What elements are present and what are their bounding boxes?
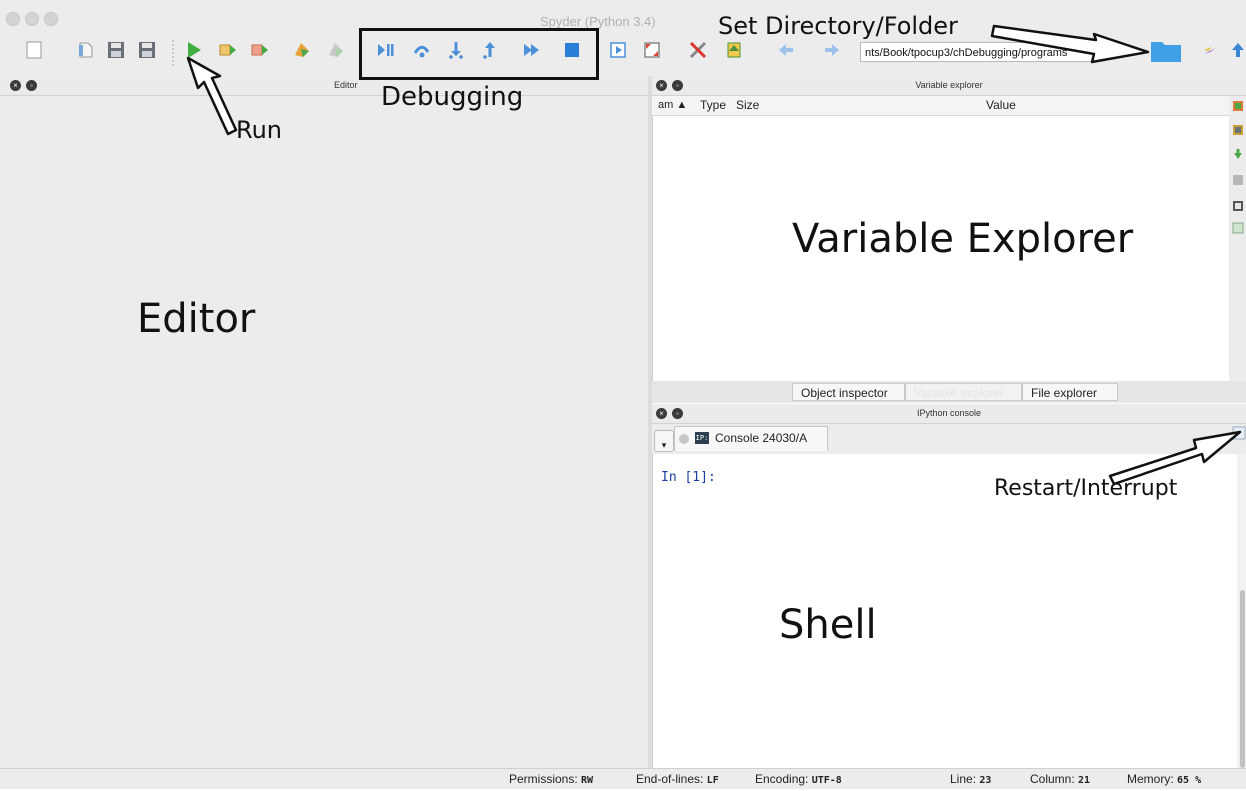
tab-file-explorer[interactable]: File explorer [1022, 383, 1118, 401]
line-label: Line: [950, 772, 977, 786]
save-data-icon[interactable] [1232, 124, 1244, 136]
status-bar: Permissions: RW End-of-lines: LF Encodin… [0, 768, 1246, 789]
annotation-restart-interrupt: Restart/Interrupt [994, 476, 1178, 501]
debugging-highlight-box [359, 28, 599, 80]
plugin-tab-bar: Object inspector Variable explorer File … [652, 381, 1246, 403]
editor-area[interactable] [0, 96, 648, 768]
maximize-pane-icon[interactable] [608, 40, 628, 60]
memory-value: 65 % [1177, 775, 1202, 786]
variable-explorer-toolbar [1229, 96, 1246, 381]
eol-value: LF [706, 775, 719, 786]
open-file-icon[interactable] [76, 40, 96, 60]
parent-directory-icon[interactable] [1200, 40, 1220, 60]
annotation-set-directory: Set Directory/Folder [718, 12, 958, 40]
column-name-header[interactable]: am ▲ [658, 96, 687, 115]
annotation-editor: Editor [137, 296, 256, 342]
run-icon[interactable] [184, 40, 204, 60]
close-pane-icon[interactable]: × [656, 80, 667, 91]
save-as-icon[interactable] [1232, 174, 1244, 186]
column-type-header[interactable]: Type [700, 96, 726, 115]
undock-pane-icon[interactable]: ◦ [26, 80, 37, 91]
editor-pane-title: Editor [334, 80, 358, 90]
column-size-header[interactable]: Size [736, 96, 759, 115]
close-pane-icon[interactable]: × [656, 408, 667, 419]
save-icon[interactable] [106, 40, 126, 60]
encoding-label: Encoding: [755, 772, 809, 786]
permissions-value: RW [581, 775, 594, 786]
new-file-icon[interactable] [24, 40, 44, 60]
options-icon[interactable] [1232, 222, 1244, 234]
annotation-variable-explorer: Variable Explorer [792, 216, 1134, 262]
line-value: 23 [979, 775, 992, 786]
tab-object-inspector[interactable]: Object inspector [792, 383, 905, 401]
forward-arrow-icon[interactable] [822, 40, 842, 60]
import-data-icon[interactable] [1232, 100, 1244, 112]
memory-label: Memory: [1127, 772, 1174, 786]
re-run-icon[interactable] [326, 40, 346, 60]
ipython-console-header: × ◦ IPython console [652, 404, 1246, 424]
remove-all-icon[interactable] [1232, 200, 1244, 212]
variable-table-header: am ▲ Type Size Value [652, 96, 1229, 116]
browse-folder-icon[interactable] [1150, 37, 1182, 63]
close-pane-icon[interactable]: × [10, 80, 21, 91]
window-title: Spyder (Python 3.4) [540, 14, 656, 29]
console-menu-icon[interactable]: ▾ [654, 430, 674, 452]
encoding-value: UTF-8 [811, 775, 842, 786]
back-arrow-icon[interactable] [776, 40, 796, 60]
variable-explorer-title: Variable explorer [915, 80, 983, 90]
tab-variable-explorer[interactable]: Variable explorer [905, 383, 1022, 401]
pythonpath-manager-icon[interactable] [724, 40, 744, 60]
annotation-shell: Shell [779, 602, 877, 648]
options-menu-icon[interactable] [1232, 426, 1246, 440]
annotation-run: Run [236, 116, 283, 144]
save-all-icon[interactable] [137, 40, 157, 60]
zoom-window-button[interactable] [44, 12, 58, 26]
permissions-label: Permissions: [509, 772, 578, 786]
eol-label: End-of-lines: [636, 772, 704, 786]
console-tab[interactable]: IP: Console 24030/A [674, 426, 828, 451]
up-arrow-icon[interactable] [1228, 40, 1246, 60]
working-directory-field[interactable]: nts/Book/tpocup3/chDebugging/programs [860, 42, 1098, 62]
fullscreen-icon[interactable] [642, 40, 662, 60]
variable-explorer-header: × ◦ Variable explorer [652, 76, 1246, 96]
run-cell-icon[interactable] [218, 40, 238, 60]
toolbar-separator [172, 40, 174, 66]
ipython-console-title: IPython console [916, 408, 982, 418]
column-value: 21 [1078, 775, 1091, 786]
console-prompt: In [1]: [661, 470, 716, 485]
console-scroll-thumb[interactable] [1240, 590, 1245, 768]
run-cell-advance-icon[interactable] [250, 40, 270, 60]
undock-pane-icon[interactable]: ◦ [672, 80, 683, 91]
column-label: Column: [1030, 772, 1075, 786]
close-window-button[interactable] [6, 12, 20, 26]
undock-pane-icon[interactable]: ◦ [672, 408, 683, 419]
column-value-header[interactable]: Value [986, 96, 1016, 115]
annotation-debugging: Debugging [381, 82, 524, 112]
minimize-window-button[interactable] [25, 12, 39, 26]
console-tab-label: Console 24030/A [715, 431, 808, 445]
preferences-icon[interactable] [688, 40, 708, 60]
console-tab-bar: ▾ IP: Console 24030/A [652, 424, 1246, 455]
download-icon[interactable] [1232, 148, 1244, 160]
run-selection-icon[interactable] [292, 40, 312, 60]
title-bar: Spyder (Python 3.4) [0, 0, 1246, 32]
close-tab-icon[interactable] [679, 434, 689, 444]
ipython-icon: IP: [695, 432, 709, 444]
console-output[interactable]: In [1]: [652, 454, 1238, 768]
